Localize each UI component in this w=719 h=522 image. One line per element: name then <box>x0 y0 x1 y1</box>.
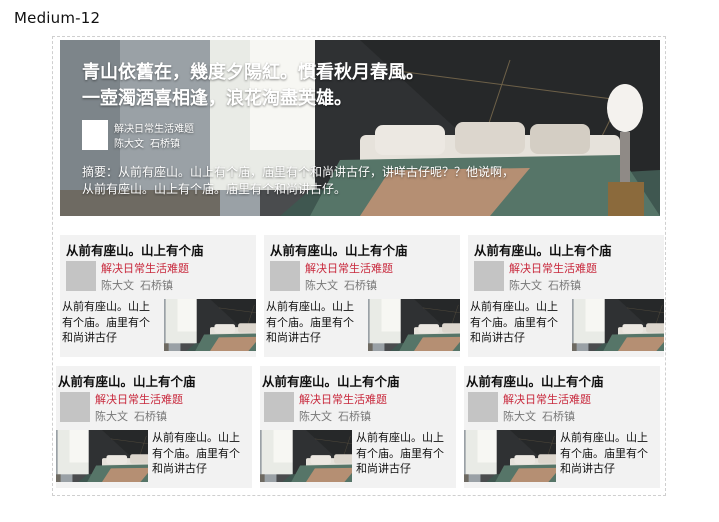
card-avatar <box>474 261 504 291</box>
card-location: 石桥镇 <box>140 279 173 292</box>
article-card[interactable]: 从前有座山。山上有个庙 解决日常生活难题 陈大文 石桥镇 从前有座山。山上有个庙。… <box>60 235 256 357</box>
card-location: 石桥镇 <box>542 410 575 423</box>
card-subtitle: 解决日常生活难题 <box>95 393 183 406</box>
article-card[interactable]: 从前有座山。山上有个庙 解决日常生活难题 陈大文 石桥镇 从前有座山。山上有个庙。… <box>56 366 252 488</box>
hero-byline: 陈大文 石桥镇 <box>114 137 194 152</box>
card-location: 石桥镇 <box>134 410 167 423</box>
card-title[interactable]: 从前有座山。山上有个庙 <box>466 371 604 390</box>
card-author: 陈大文 <box>299 410 332 423</box>
card-location: 石桥镇 <box>548 279 581 292</box>
hero-overlay: 青山依舊在，幾度夕陽紅。慣看秋月春風。 一壺濁酒喜相逢，浪花淘盡英雄。 解决日常… <box>60 40 660 216</box>
hero-subtitle: 解决日常生活难题 <box>114 124 194 135</box>
card-byline: 陈大文 石桥镇 <box>101 277 173 293</box>
hero-title-line1: 青山依舊在，幾度夕陽紅。慣看秋月春風。 <box>82 62 424 83</box>
card-location: 石桥镇 <box>338 410 371 423</box>
card-body: 从前有座山。山上有个庙。庙里有个和尚讲古仔 <box>62 300 150 344</box>
card-title[interactable]: 从前有座山。山上有个庙 <box>270 240 408 259</box>
hero-author: 陈大文 <box>114 139 144 150</box>
article-card[interactable]: 从前有座山。山上有个庙 解决日常生活难题 陈大文 石桥镇 从前有座山。山上有个庙。… <box>464 366 660 488</box>
card-image[interactable] <box>464 430 556 482</box>
card-image[interactable] <box>572 299 664 351</box>
card-title[interactable]: 从前有座山。山上有个庙 <box>262 371 400 390</box>
card-byline: 陈大文 石桥镇 <box>509 277 581 293</box>
card-author: 陈大文 <box>101 279 134 292</box>
card-subtitle: 解决日常生活难题 <box>305 262 393 275</box>
card-author: 陈大文 <box>305 279 338 292</box>
card-byline: 陈大文 石桥镇 <box>305 277 377 293</box>
hero-location: 石桥镇 <box>150 139 180 150</box>
card-title[interactable]: 从前有座山。山上有个庙 <box>58 371 196 390</box>
article-card[interactable]: 从前有座山。山上有个庙 解决日常生活难题 陈大文 石桥镇 从前有座山。山上有个庙。… <box>260 366 456 488</box>
card-subtitle: 解决日常生活难题 <box>299 393 387 406</box>
card-body: 从前有座山。山上有个庙。庙里有个和尚讲古仔 <box>560 431 648 475</box>
card-body: 从前有座山。山上有个庙。庙里有个和尚讲古仔 <box>470 300 558 344</box>
hero-title-line2: 一壺濁酒喜相逢，浪花淘盡英雄。 <box>82 88 352 109</box>
hero-abstract: 摘要：从前有座山。山上有个庙，庙里有个和尚讲古仔，讲咩古仔呢？？他说啊，从前有座… <box>82 165 515 196</box>
article-card[interactable]: 从前有座山。山上有个庙 解决日常生活难题 陈大文 石桥镇 从前有座山。山上有个庙。… <box>468 235 664 357</box>
card-image[interactable] <box>56 430 148 482</box>
card-avatar <box>60 392 90 422</box>
hero-avatar <box>82 120 108 150</box>
card-subtitle: 解决日常生活难题 <box>503 393 591 406</box>
page-label: Medium-12 <box>14 9 101 27</box>
card-byline: 陈大文 石桥镇 <box>95 408 167 424</box>
card-body: 从前有座山。山上有个庙。庙里有个和尚讲古仔 <box>356 431 444 475</box>
card-image[interactable] <box>368 299 460 351</box>
hero-meta: 解决日常生活难题 陈大文 石桥镇 <box>114 122 194 152</box>
card-body: 从前有座山。山上有个庙。庙里有个和尚讲古仔 <box>266 300 354 344</box>
card-subtitle: 解决日常生活难题 <box>509 262 597 275</box>
card-title[interactable]: 从前有座山。山上有个庙 <box>66 240 204 259</box>
card-byline: 陈大文 石桥镇 <box>503 408 575 424</box>
card-subtitle: 解决日常生活难题 <box>101 262 189 275</box>
card-byline: 陈大文 石桥镇 <box>299 408 371 424</box>
card-image[interactable] <box>164 299 256 351</box>
card-image[interactable] <box>260 430 352 482</box>
card-avatar <box>270 261 300 291</box>
card-avatar <box>66 261 96 291</box>
card-title[interactable]: 从前有座山。山上有个庙 <box>474 240 612 259</box>
card-author: 陈大文 <box>503 410 536 423</box>
card-body: 从前有座山。山上有个庙。庙里有个和尚讲古仔 <box>152 431 240 475</box>
article-card[interactable]: 从前有座山。山上有个庙 解决日常生活难题 陈大文 石桥镇 从前有座山。山上有个庙。… <box>264 235 460 357</box>
hero-title[interactable]: 青山依舊在，幾度夕陽紅。慣看秋月春風。 一壺濁酒喜相逢，浪花淘盡英雄。 <box>82 60 562 112</box>
card-location: 石桥镇 <box>344 279 377 292</box>
card-author: 陈大文 <box>95 410 128 423</box>
card-author: 陈大文 <box>509 279 542 292</box>
card-avatar <box>264 392 294 422</box>
card-avatar <box>468 392 498 422</box>
hero-banner[interactable]: 青山依舊在，幾度夕陽紅。慣看秋月春風。 一壺濁酒喜相逢，浪花淘盡英雄。 解决日常… <box>60 40 660 216</box>
